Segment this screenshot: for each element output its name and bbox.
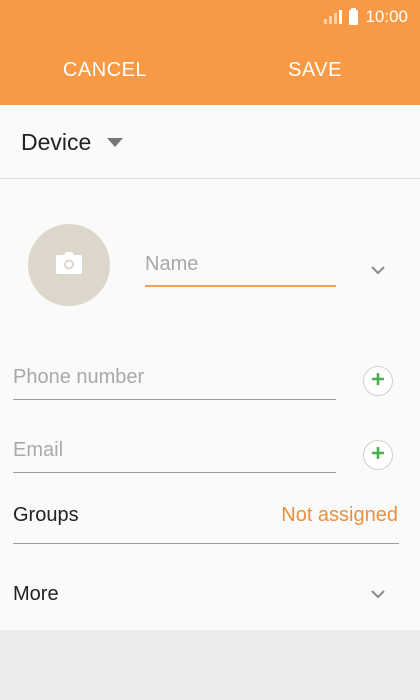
storage-selector[interactable]: Device: [0, 105, 420, 179]
expand-name-chevron-icon[interactable]: [370, 262, 386, 278]
storage-label: Device: [21, 129, 92, 155]
plus-icon: [371, 446, 385, 465]
name-field[interactable]: Name: [145, 247, 336, 287]
cancel-button[interactable]: CANCEL: [0, 52, 210, 88]
battery-icon: [349, 7, 359, 25]
save-button[interactable]: SAVE: [210, 52, 420, 88]
action-bar: CANCEL SAVE: [0, 52, 420, 88]
phone-number-field[interactable]: Phone number: [13, 360, 336, 400]
phone-underline: [13, 399, 336, 400]
more-label: More: [13, 583, 59, 605]
dropdown-arrow-icon: [107, 138, 123, 147]
add-photo-button[interactable]: [28, 224, 110, 306]
contact-form: Device Name Phone number Email Groups No…: [0, 105, 420, 630]
plus-icon: [371, 372, 385, 391]
groups-value: Not assigned: [281, 504, 398, 526]
phone-number-placeholder: Phone number: [13, 366, 145, 388]
name-placeholder: Name: [145, 253, 199, 275]
status-time: 10:00: [365, 7, 408, 26]
status-bar: 10:00: [324, 6, 408, 28]
email-field[interactable]: Email: [13, 433, 336, 473]
groups-label: Groups: [13, 504, 79, 526]
name-underline: [145, 285, 336, 287]
camera-icon: [55, 251, 83, 280]
expand-more-chevron-icon[interactable]: [370, 586, 386, 602]
add-email-button[interactable]: [363, 440, 393, 470]
signal-icon: [324, 10, 343, 24]
add-phone-button[interactable]: [363, 366, 393, 396]
email-placeholder: Email: [13, 439, 64, 461]
app-bar: 10:00 CANCEL SAVE: [0, 0, 420, 105]
email-underline: [13, 472, 336, 473]
groups-underline: [13, 543, 399, 544]
